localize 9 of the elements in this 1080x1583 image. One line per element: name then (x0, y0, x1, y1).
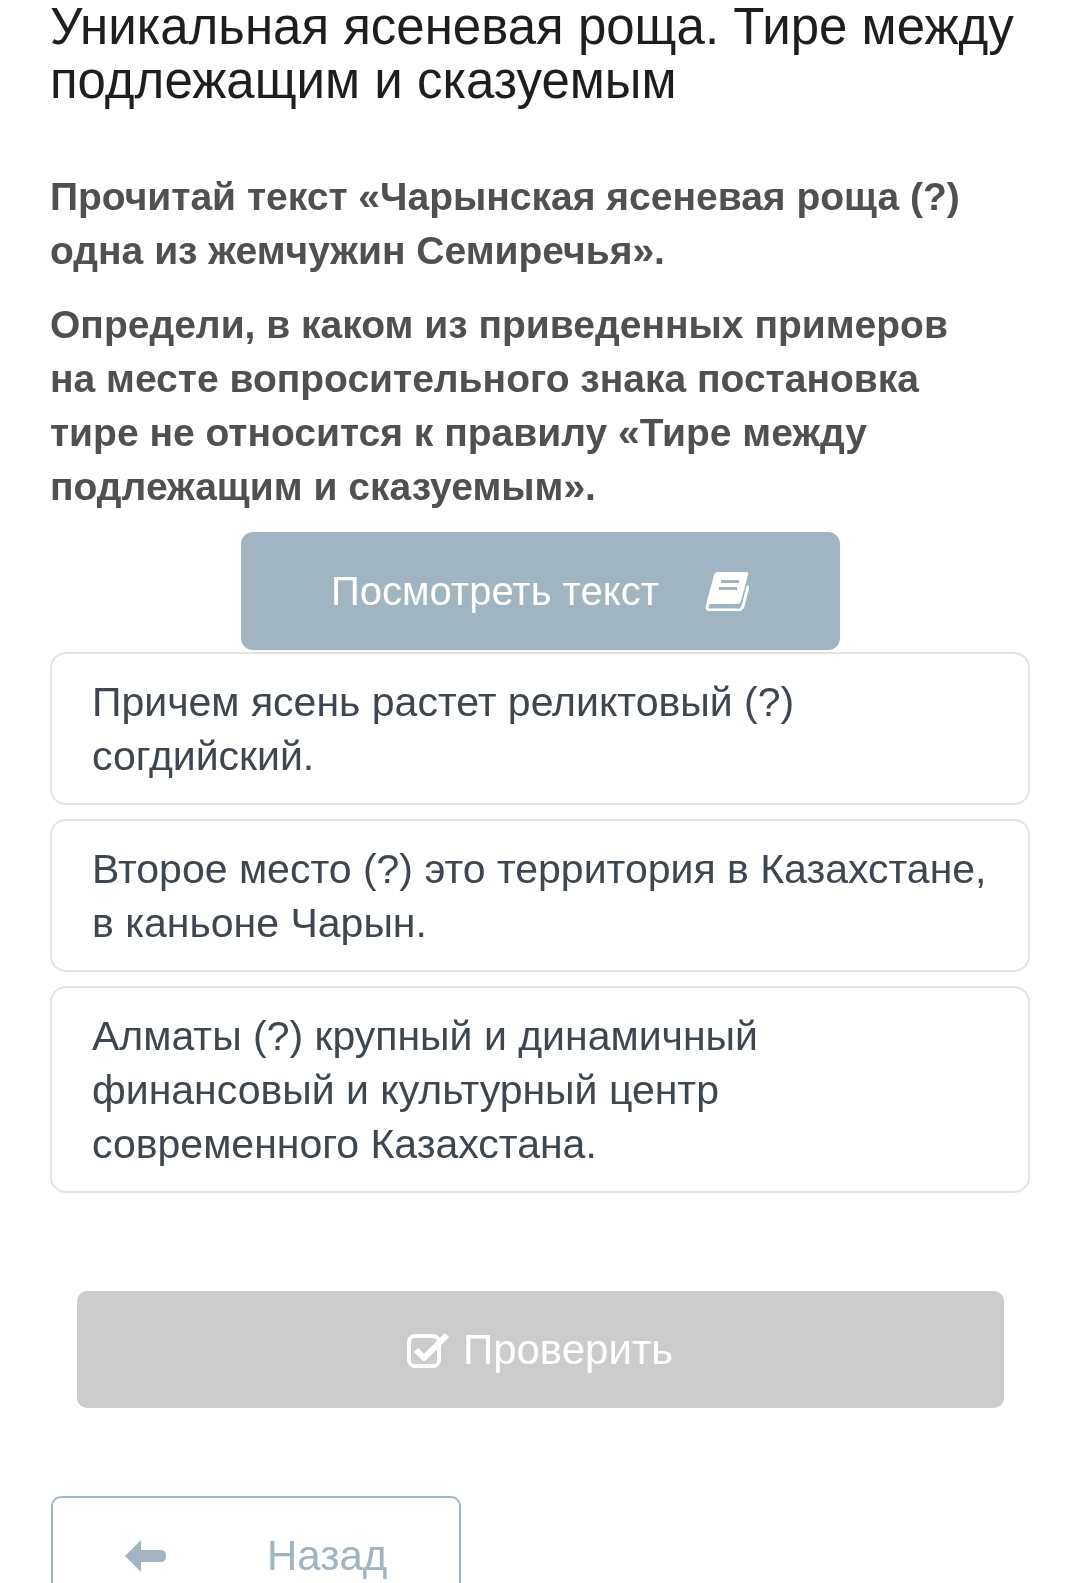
lesson-title: Уникальная ясеневая роща. Тире между подлежащим и сказуемым (50, 0, 1015, 108)
answer-option[interactable]: Причем ясень растет реликтовый (?) согдийский. (50, 652, 1030, 805)
left-arrow-icon (123, 1538, 167, 1574)
instruction-text: Прочитай текст «Чарынская ясеневая роща (?) одна из жемчужин Семиречья». (50, 174, 961, 274)
instruction-text: Определи, в каком из приведенных примеров на месте вопросительного знака постановка тире не относится к правилу «Тире между подлежащим и сказуемым». (50, 302, 949, 510)
check-square-icon (406, 1330, 449, 1369)
book-icon (705, 571, 749, 611)
answer-option[interactable]: Алматы (?) крупный и динамичный финансовый и культурный центр современного Казахстана. (50, 986, 1030, 1193)
answer-option[interactable]: Второе место (?) это территория в Казахстане, в каньоне Чарын. (50, 819, 1030, 972)
